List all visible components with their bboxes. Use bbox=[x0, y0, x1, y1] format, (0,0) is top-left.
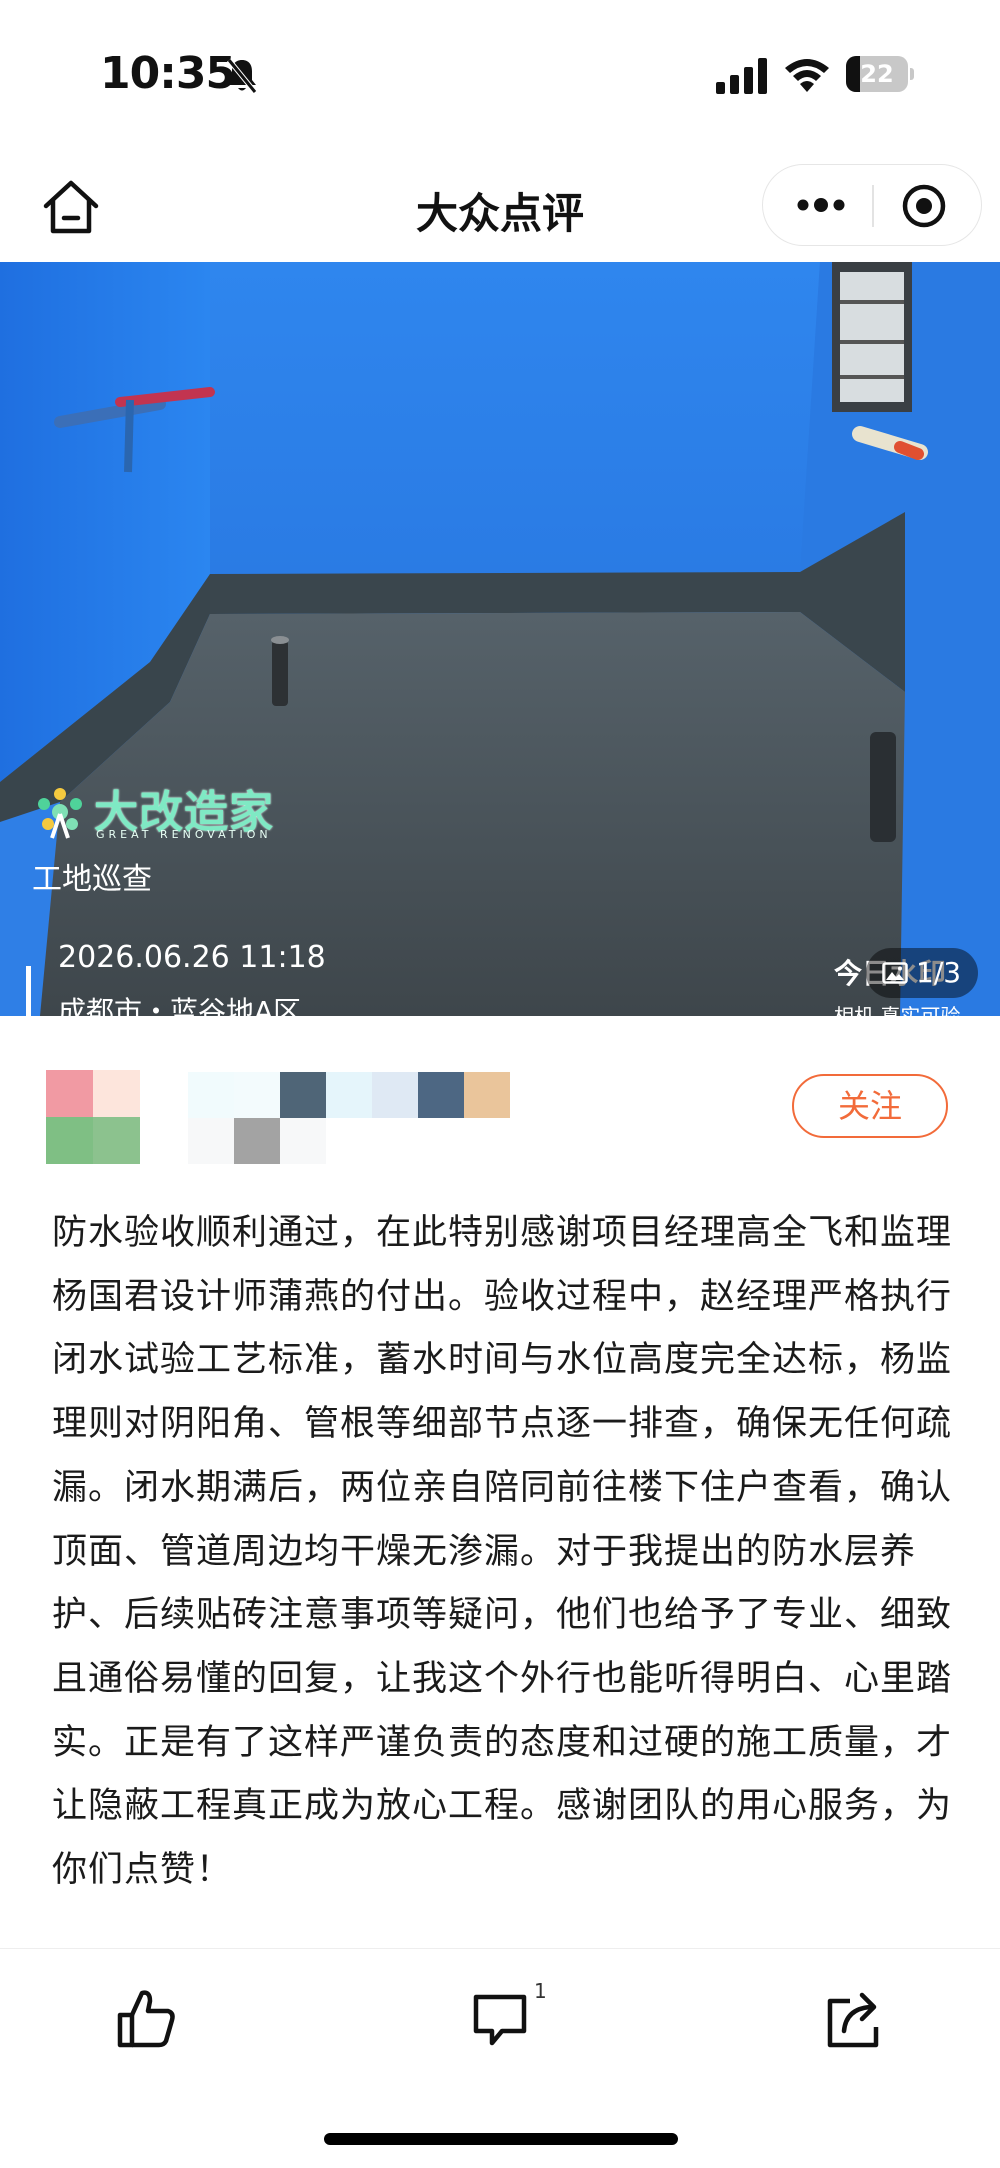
photo-counter: 1/3 bbox=[866, 948, 978, 998]
home-indicator[interactable] bbox=[324, 2133, 678, 2145]
more-icon[interactable] bbox=[791, 185, 851, 225]
wifi-icon bbox=[785, 59, 829, 92]
battery-level: 22 bbox=[860, 60, 894, 88]
watermark-datetime: 2026.06.26 11:18 bbox=[58, 940, 326, 975]
comment-icon[interactable] bbox=[472, 1993, 528, 2047]
follow-button[interactable]: 关注 bbox=[792, 1074, 948, 1138]
review-detail-page: 10:35 22 大众点评 大改造家 GREAT RENOVATION 工地巡查… bbox=[0, 0, 1000, 2168]
gallery-icon bbox=[882, 962, 908, 984]
action-bar: 1 bbox=[0, 1948, 1000, 2168]
status-time: 10:35 bbox=[100, 48, 236, 99]
author-row: 关注 bbox=[0, 1016, 1000, 1176]
close-target-icon[interactable] bbox=[901, 183, 947, 229]
thumbs-up-icon[interactable] bbox=[116, 1987, 176, 2049]
share-icon[interactable] bbox=[824, 1987, 884, 2049]
bell-muted-icon bbox=[227, 58, 257, 94]
review-photo[interactable]: 大改造家 GREAT RENOVATION 工地巡查 2026.06.26 11… bbox=[0, 262, 1000, 1016]
capsule-divider bbox=[872, 185, 874, 227]
watermark-brand-sub: GREAT RENOVATION bbox=[96, 828, 272, 841]
watermark-location: 成都市・蓝谷地A区 bbox=[58, 995, 302, 1016]
review-text: 防水验收顺利通过，在此特别感谢项目经理高全飞和监理杨国君设计师蒲燕的付出。验收过… bbox=[52, 1213, 953, 1891]
status-bar: 10:35 22 bbox=[0, 0, 1000, 150]
battery-icon: 22 bbox=[846, 56, 914, 92]
watermark-tag: 工地巡查 bbox=[32, 862, 152, 897]
watermark-bar bbox=[26, 966, 31, 1016]
photo-counter-text: 1/3 bbox=[916, 956, 962, 989]
signal-icon bbox=[716, 58, 767, 94]
mini-program-capsule bbox=[762, 164, 982, 246]
comment-count: 1 bbox=[534, 1979, 547, 2003]
watermark-camera-sub: 相机 真实可验 bbox=[834, 1004, 961, 1016]
avatar[interactable] bbox=[46, 1070, 140, 1182]
username-blurred[interactable] bbox=[188, 1072, 560, 1184]
bathroom-scene-image bbox=[0, 262, 1000, 1016]
nav-bar: 大众点评 bbox=[0, 150, 1000, 262]
